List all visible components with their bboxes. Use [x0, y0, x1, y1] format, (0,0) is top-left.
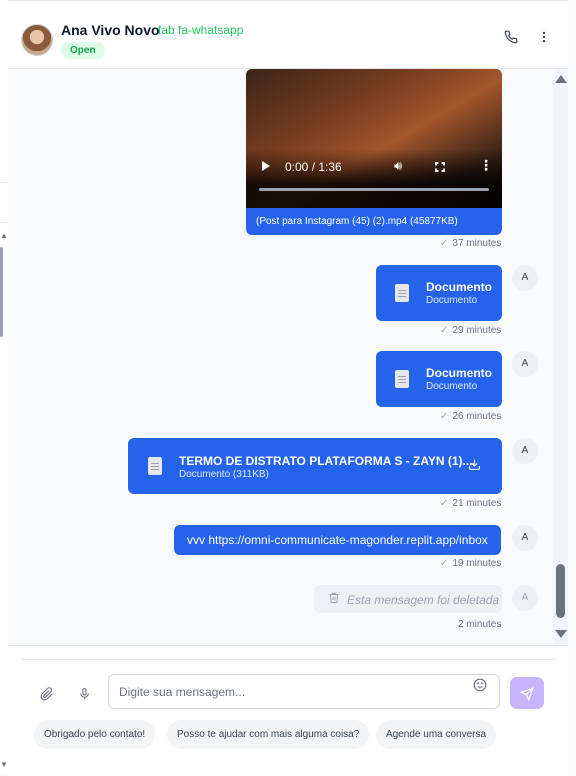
message-timestamp: ✓ 19 minutes [440, 558, 502, 569]
microphone-icon[interactable] [78, 687, 91, 704]
text-message[interactable]: vvv https://omni-communicate-magonder.re… [174, 525, 501, 555]
document-icon [395, 370, 409, 388]
document-title: TERMO DE DISTRATO PLATAFORMA S - ZAYN (1… [179, 454, 476, 468]
document-message[interactable]: Documento Documento [376, 351, 502, 407]
video-time: 0:00 / 1:36 [285, 160, 342, 174]
quick-reply-chip[interactable]: Obrigado pelo contato! [34, 720, 156, 749]
scroll-down-icon[interactable] [555, 630, 567, 638]
message-timestamp: ✓ 29 minutes [440, 325, 502, 336]
emoji-icon[interactable] [473, 678, 487, 695]
deleted-message-text: Esta mensagem foi deletada [347, 593, 500, 607]
status-badge: Open [61, 42, 105, 59]
divider [0, 222, 8, 223]
chat-header: Ana Vivo Novo fab fa-whatsapp Open [8, 0, 568, 69]
message-input[interactable] [108, 674, 500, 709]
document-title: Documento [426, 366, 492, 380]
message-timestamp: ✓ 37 minutes [440, 238, 502, 249]
contact-name: Ana Vivo Novo [61, 22, 160, 38]
document-title: Documento [426, 280, 492, 294]
avatar[interactable] [21, 24, 53, 56]
divider [21, 659, 556, 660]
volume-icon[interactable]: 🔊︎ [394, 158, 402, 174]
message-list[interactable]: 0:00 / 1:36 🔊︎ ⋮ (Post para Instagram (4… [8, 69, 553, 645]
check-icon: ✓ [440, 498, 449, 509]
check-icon: ✓ [440, 325, 449, 336]
paperclip-icon[interactable] [40, 687, 54, 704]
scrollbar-thumb[interactable] [556, 564, 565, 618]
quick-reply-chip[interactable]: Agende uma conversa [376, 720, 497, 749]
video-caption: (Post para Instagram (45) (2).mp4 (45877… [256, 216, 458, 227]
deleted-message: Esta mensagem foi deletada [314, 585, 502, 613]
video-controls [246, 149, 502, 208]
document-subtitle: Documento [426, 381, 478, 392]
video-message: 0:00 / 1:36 🔊︎ ⋮ (Post para Instagram (4… [246, 69, 502, 235]
more-vertical-icon[interactable] [534, 29, 554, 49]
scroll-down-icon[interactable]: ▼ [0, 760, 8, 769]
check-icon: ✓ [440, 238, 449, 249]
scroll-up-icon[interactable] [555, 75, 567, 83]
avatar: A [512, 525, 538, 551]
message-composer: Obrigado pelo contato! Posso te ajudar c… [8, 645, 568, 776]
channel-label: fab fa-whatsapp [158, 23, 244, 37]
trash-icon [328, 591, 340, 607]
check-icon: ✓ [440, 411, 449, 422]
avatar: A [512, 351, 538, 377]
send-button[interactable] [510, 677, 544, 709]
document-message[interactable]: TERMO DE DISTRATO PLATAFORMA S - ZAYN (1… [128, 438, 502, 494]
divider [0, 182, 8, 183]
quick-reply-chip[interactable]: Posso te ajudar com mais alguma coisa? [167, 720, 370, 749]
document-icon [395, 284, 409, 302]
download-icon[interactable] [468, 458, 481, 474]
check-icon: ✓ [440, 558, 449, 569]
scroll-up-icon[interactable]: ▲ [0, 231, 8, 240]
chat-scrollbar[interactable] [553, 69, 568, 645]
message-timestamp: ✓ 26 minutes [440, 411, 502, 422]
left-scrollbar-thumb[interactable] [0, 247, 3, 337]
video-progress-bar[interactable] [259, 188, 489, 191]
play-icon[interactable] [262, 161, 270, 171]
document-message[interactable]: Documento Documento [376, 265, 502, 321]
message-timestamp: ✓ 21 minutes [440, 498, 502, 509]
message-timestamp: 2 minutes [458, 619, 502, 630]
document-subtitle: Documento (311KB) [179, 469, 269, 480]
avatar: A [512, 438, 538, 464]
phone-icon[interactable] [501, 29, 521, 49]
document-subtitle: Documento [426, 295, 478, 306]
video-more-icon[interactable]: ⋮ [479, 157, 493, 174]
avatar: A [512, 585, 538, 611]
avatar: A [512, 265, 538, 291]
document-icon [148, 457, 162, 475]
